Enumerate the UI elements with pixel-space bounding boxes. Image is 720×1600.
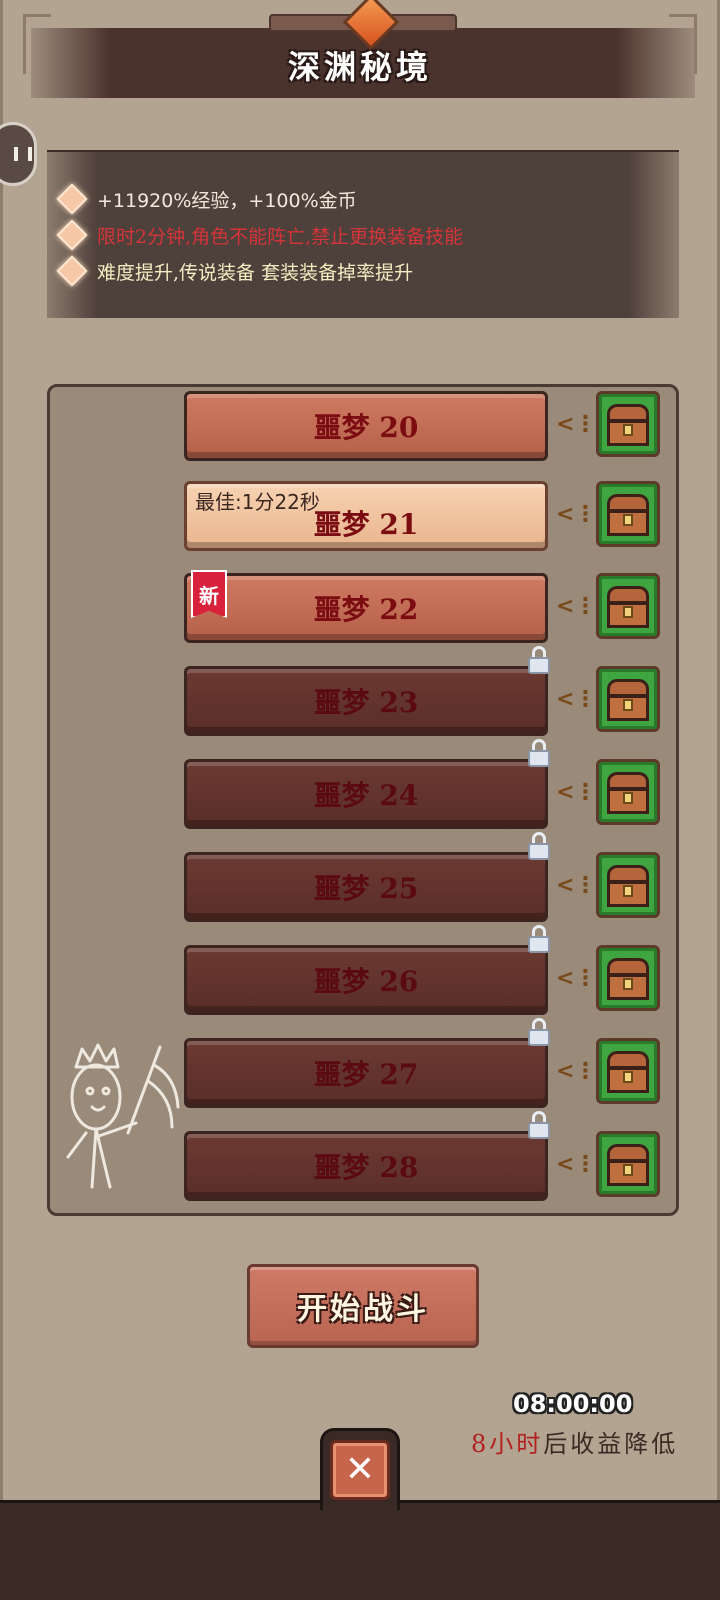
chest-icon[interactable] xyxy=(596,1131,660,1197)
timer-note-text: 后收益降低 xyxy=(543,1430,679,1458)
info-box: +11920%经验，+100%金币 限时2分钟,角色不能阵亡,禁止更换装备技能 … xyxy=(47,150,679,318)
level-plank[interactable]: 噩梦 27 xyxy=(184,1038,548,1108)
lock-icon xyxy=(528,739,550,767)
page-title: 深渊秘境 xyxy=(287,48,432,86)
pause-icon[interactable] xyxy=(0,122,37,186)
chest-icon[interactable] xyxy=(596,573,660,639)
timer-note: 8小时后收益降低 xyxy=(471,1424,678,1459)
level-plank[interactable]: 噩梦 23 xyxy=(184,666,548,736)
connector-icon: <⋮ xyxy=(556,687,597,712)
level-label: 噩梦 23 xyxy=(313,686,419,719)
level-label: 噩梦 27 xyxy=(313,1058,419,1091)
bottom-bar xyxy=(0,1500,720,1600)
level-label: 噩梦 28 xyxy=(313,1151,419,1184)
close-icon[interactable]: ✕ xyxy=(330,1440,390,1500)
level-label: 噩梦 20 xyxy=(313,411,419,444)
start-battle-button[interactable]: 开始战斗 xyxy=(247,1264,479,1348)
connector-icon: <⋮ xyxy=(556,1059,597,1084)
level-plank[interactable]: 噩梦 26 xyxy=(184,945,548,1015)
sparkle-icon xyxy=(56,255,88,287)
level-plank[interactable]: 噩梦 25 xyxy=(184,852,548,922)
level-row-20[interactable]: 噩梦 20 <⋮ xyxy=(50,387,676,465)
connector-icon: <⋮ xyxy=(556,780,597,805)
level-label: 噩梦 26 xyxy=(313,965,419,998)
lock-icon xyxy=(528,646,550,674)
info-text-drops: 难度提升,传说装备 套装装备掉率提升 xyxy=(97,261,414,284)
timer-countdown: 08:00:00 xyxy=(513,1390,633,1418)
connector-icon: <⋮ xyxy=(556,594,597,619)
level-row-24[interactable]: 噩梦 24 <⋮ xyxy=(50,739,676,833)
level-plank[interactable]: 噩梦 24 xyxy=(184,759,548,829)
level-row-26[interactable]: 噩梦 26 <⋮ xyxy=(50,925,676,1019)
new-badge: 新 xyxy=(191,570,227,618)
chest-icon[interactable] xyxy=(596,1038,660,1104)
lock-icon xyxy=(528,1111,550,1139)
level-row-22[interactable]: 新 噩梦 22 <⋮ xyxy=(50,567,676,647)
chest-icon[interactable] xyxy=(596,481,660,547)
lock-icon xyxy=(528,925,550,953)
best-time: 最佳:1分22秒 xyxy=(195,490,320,514)
info-text-bonus: +11920%经验，+100%金币 xyxy=(97,189,357,212)
chest-icon[interactable] xyxy=(596,666,660,732)
chest-icon[interactable] xyxy=(596,945,660,1011)
connector-icon: <⋮ xyxy=(556,873,597,898)
chest-icon[interactable] xyxy=(596,759,660,825)
level-list[interactable]: 噩梦 20 <⋮ 最佳:1分22秒 噩梦 21 <⋮ 新 噩梦 22 <⋮ 噩梦… xyxy=(47,384,679,1216)
chest-icon[interactable] xyxy=(596,852,660,918)
level-label: 噩梦 22 xyxy=(313,593,419,626)
info-line-bonus: +11920%经验，+100%金币 xyxy=(56,183,357,215)
level-row-23[interactable]: 噩梦 23 <⋮ xyxy=(50,646,676,740)
connector-icon: <⋮ xyxy=(556,966,597,991)
chest-icon[interactable] xyxy=(596,391,660,457)
level-plank[interactable]: 噩梦 28 xyxy=(184,1131,548,1201)
level-row-21[interactable]: 最佳:1分22秒 噩梦 21 <⋮ xyxy=(50,475,676,555)
level-row-25[interactable]: 噩梦 25 <⋮ xyxy=(50,832,676,926)
info-text-rules: 限时2分钟,角色不能阵亡,禁止更换装备技能 xyxy=(97,225,464,248)
lock-icon xyxy=(528,1018,550,1046)
info-line-drops: 难度提升,传说装备 套装装备掉率提升 xyxy=(56,255,414,287)
level-plank[interactable]: 最佳:1分22秒 噩梦 21 xyxy=(184,481,548,551)
sparkle-icon xyxy=(56,219,88,251)
info-line-rules: 限时2分钟,角色不能阵亡,禁止更换装备技能 xyxy=(56,219,464,251)
lock-icon xyxy=(528,832,550,860)
level-label: 噩梦 24 xyxy=(313,779,419,812)
connector-icon: <⋮ xyxy=(556,502,597,527)
sparkle-icon xyxy=(56,183,88,215)
connector-icon: <⋮ xyxy=(556,1152,597,1177)
stick-knight-illustration xyxy=(66,1043,180,1189)
level-label: 噩梦 25 xyxy=(313,872,419,905)
dialog-panel: 深渊秘境 +11920%经验，+100%金币 限时2分钟,角色不能阵亡,禁止更换… xyxy=(0,0,720,1500)
level-label: 噩梦 21 xyxy=(313,508,419,541)
level-plank[interactable]: 噩梦 20 xyxy=(184,391,548,461)
level-plank[interactable]: 新 噩梦 22 xyxy=(184,570,548,643)
timer-hours: 8小时 xyxy=(471,1430,544,1458)
connector-icon: <⋮ xyxy=(556,412,597,437)
